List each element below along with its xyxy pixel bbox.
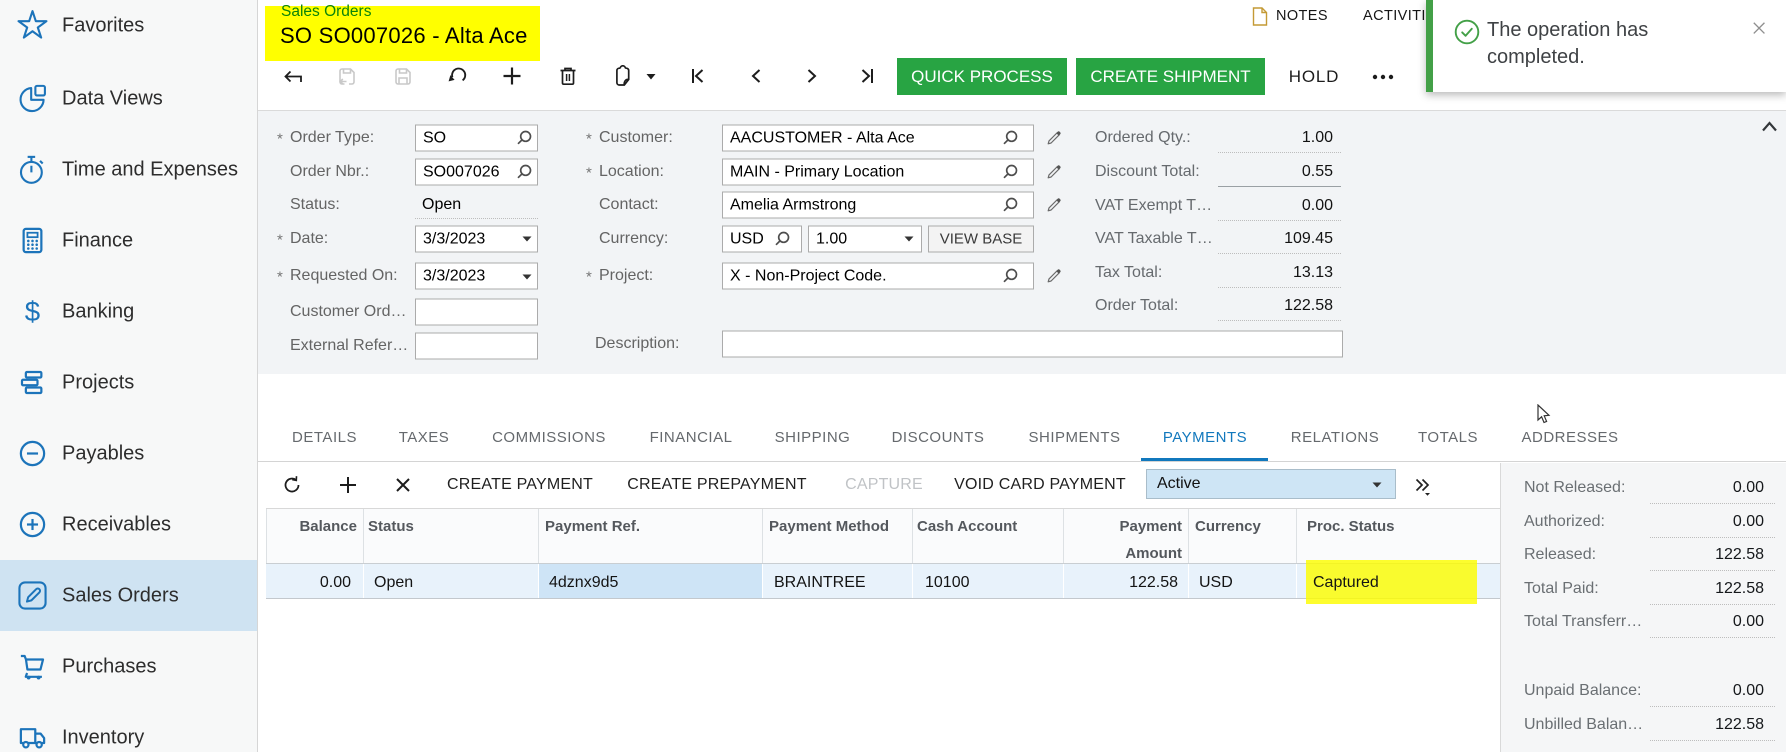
svg-text:$: $ (25, 296, 40, 327)
